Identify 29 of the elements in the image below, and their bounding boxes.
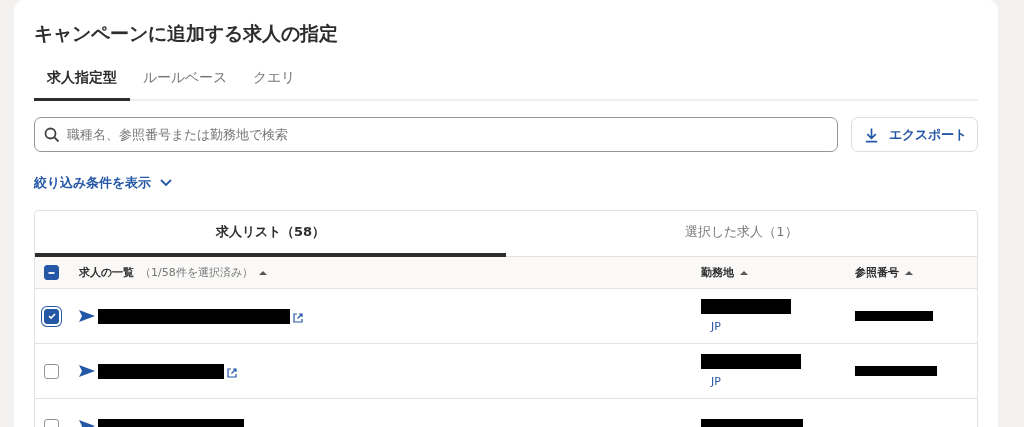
sort-icon[interactable] [740,270,748,275]
send-icon [79,310,95,322]
sort-icon[interactable] [258,270,267,275]
sort-icon[interactable] [905,270,913,275]
selection-count: （1/58件を選択済み） [140,265,253,280]
external-link-icon[interactable] [227,368,237,378]
check-icon [46,311,57,321]
tab[interactable]: ルールベース [130,62,240,101]
country-code: JP [711,375,721,388]
column-header[interactable]: 勤務地 [701,265,734,280]
select-all-checkbox[interactable] [44,265,59,280]
list-tab[interactable]: 選択した求人（1） [506,211,977,257]
export-button[interactable]: エクスポート [851,117,978,152]
row-checkbox[interactable] [44,308,59,324]
search-icon [44,127,60,143]
minus-icon [48,271,55,274]
search-field[interactable]: 職種名、参照番号または勤務地で検索 [34,117,838,152]
send-icon [79,365,95,377]
filter-toggle[interactable]: 絞り込み条件を表示 [34,174,172,192]
country-code: JP [711,320,721,333]
row-checkbox[interactable] [44,363,59,379]
page-title: キャンペーンに追加する求人の指定 [34,21,339,46]
column-header[interactable]: 求人の一覧 [79,265,134,280]
chevron-icon [160,179,172,187]
column-header[interactable]: 参照番号 [855,265,899,280]
tab[interactable]: 求人指定型 [34,62,130,101]
download-icon [864,126,879,143]
external-link-icon[interactable] [293,313,303,323]
tab[interactable]: クエリ [240,62,308,101]
